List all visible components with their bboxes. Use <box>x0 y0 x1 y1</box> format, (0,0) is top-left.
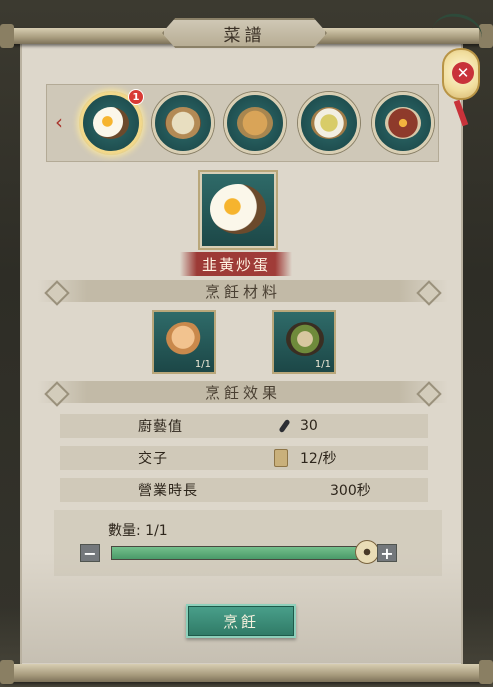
lantern-close-button[interactable]: ✕ <box>442 48 480 100</box>
effects-header: 烹飪效果 <box>38 381 448 403</box>
window-title-tab: 菜譜 <box>162 18 327 48</box>
effect-label: 廚藝值 <box>138 419 183 435</box>
ingredient-slot-eggs[interactable]: 1/1 <box>152 310 216 374</box>
effect-label: 交子 <box>138 451 168 467</box>
quantity-minus-button[interactable]: − <box>80 544 100 563</box>
carousel-prev-arrow-icon[interactable]: ‹ <box>52 110 66 134</box>
recipe-item-soup[interactable] <box>298 92 360 154</box>
buns-dish-icon <box>237 107 273 139</box>
recipe-item-buns[interactable] <box>224 92 286 154</box>
ingredient-slot-leek[interactable]: 1/1 <box>272 310 336 374</box>
effects-header-label: 烹飪效果 <box>204 383 281 402</box>
spoon-icon <box>274 417 292 435</box>
quantity-label: 數量: 1/1 <box>108 523 168 539</box>
cook-button[interactable]: 烹飪 <box>186 604 296 638</box>
recipe-item-braised-pork[interactable] <box>372 92 434 154</box>
fried-egg-dish-icon <box>210 184 266 234</box>
fried-egg-dish-icon <box>93 107 129 139</box>
recipe-count-badge: 1 <box>128 89 144 105</box>
braised-pork-dish-icon <box>385 107 421 139</box>
leek-bowl-icon <box>286 322 324 356</box>
selected-dish-image <box>198 170 278 250</box>
effect-value: 12/秒 <box>300 451 337 467</box>
effect-value: 30 <box>300 418 318 434</box>
dish-name-ribbon: 韭黃炒蛋 <box>180 252 292 276</box>
quantity-slider-handle[interactable] <box>355 540 379 564</box>
close-icon[interactable]: ✕ <box>452 62 474 84</box>
dumpling-dish-icon <box>165 107 201 139</box>
eggs-icon <box>166 322 204 356</box>
ingredient-count: 1/1 <box>314 359 331 370</box>
ingredients-header-label: 烹飪材料 <box>204 282 281 301</box>
effect-value: 300秒 <box>330 483 371 499</box>
effect-row-skill: 廚藝值 30 <box>60 414 428 438</box>
quantity-plus-button[interactable]: + <box>377 544 397 563</box>
recipe-item-dumpling[interactable] <box>152 92 214 154</box>
quantity-slider[interactable] <box>111 546 367 560</box>
ingredients-header: 烹飪材料 <box>38 280 448 302</box>
scroll-bottom-rod <box>0 660 493 684</box>
window-title: 菜譜 <box>223 25 266 46</box>
cook-button-label: 烹飪 <box>222 612 259 631</box>
ingredient-count: 1/1 <box>194 359 211 370</box>
dish-name: 韭黃炒蛋 <box>201 255 270 274</box>
paper-money-icon <box>274 449 292 467</box>
effect-row-currency: 交子 12/秒 <box>60 446 428 470</box>
effect-label: 營業時長 <box>138 483 198 499</box>
soup-dish-icon <box>311 107 347 139</box>
quantity-slider-fill <box>112 547 366 559</box>
effect-row-duration: 營業時長 300秒 <box>60 478 428 502</box>
